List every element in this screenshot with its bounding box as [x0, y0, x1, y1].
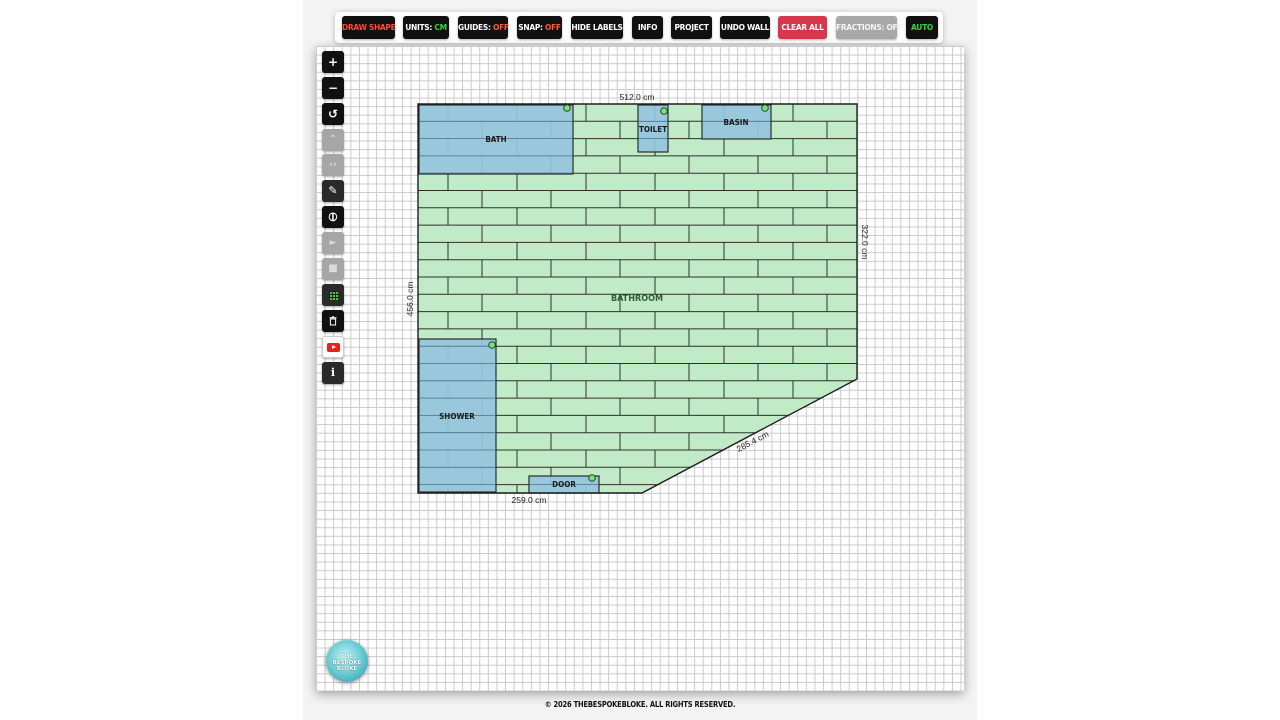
play-button[interactable]: ►	[322, 232, 344, 254]
units-toggle-button[interactable]: UNITS: CM	[403, 16, 449, 39]
logo-text: THE BESPOKE BLOKE	[332, 654, 362, 672]
door-rotate-handle[interactable]	[588, 474, 596, 482]
delete-button[interactable]	[322, 310, 344, 332]
compass-button[interactable]: ⦶	[322, 206, 344, 228]
door-label: DOOR	[552, 480, 576, 489]
shower-rotate-handle[interactable]	[488, 341, 496, 349]
snap-toggle-button[interactable]: SNAP: OFF	[517, 16, 562, 39]
move-up-button[interactable]: ⌃	[322, 129, 344, 151]
footer-copyright: © 2026 THEBESPOKEBLOKE. ALL RIGHTS RESER…	[544, 700, 736, 709]
guides-value: OFF	[493, 23, 509, 32]
basin-rotate-handle[interactable]	[761, 104, 769, 112]
fractions-toggle-button[interactable]: FRACTIONS: OFF	[836, 16, 903, 39]
shower-label: SHOWER	[439, 412, 475, 421]
code-button[interactable]: ‹›	[322, 154, 344, 176]
draw-shape-button[interactable]: DRAW SHAPE	[342, 16, 396, 39]
youtube-icon	[326, 343, 340, 352]
bath-label: BATH	[485, 135, 506, 144]
dimension-left: 456.0 cm	[405, 282, 415, 317]
info-side-button[interactable]: i	[322, 362, 344, 384]
hide-labels-button[interactable]: HIDE LABELS	[571, 16, 623, 39]
snap-label: SNAP:	[518, 23, 546, 32]
units-value: CM	[434, 23, 447, 32]
brand-logo: THE BESPOKE BLOKE	[326, 640, 368, 682]
grid-icon	[328, 291, 338, 300]
info-button[interactable]: INFO	[632, 16, 663, 39]
zoom-in-button[interactable]: +	[322, 51, 344, 73]
zoom-out-button[interactable]: −	[322, 77, 344, 99]
dimension-top: 512.0 cm	[620, 92, 655, 102]
clear-all-button[interactable]: CLEAR ALL	[778, 16, 827, 39]
guides-toggle-button[interactable]: GUIDES: OFF	[458, 16, 509, 39]
basin-label: BASIN	[724, 118, 749, 127]
grid-toggle-button[interactable]	[322, 284, 344, 306]
toilet-label: TOILET	[639, 125, 667, 134]
project-button[interactable]: PROJECT	[671, 16, 712, 39]
units-label: UNITS:	[405, 23, 435, 32]
undo-wall-button[interactable]: UNDO WALL	[720, 16, 770, 39]
dimension-right: 322.0 cm	[860, 225, 870, 260]
dimension-bottom: 259.0 cm	[512, 495, 547, 505]
drawing-canvas[interactable]: BATH TOILET BASIN SHOWER DOOR BATHROOM 5…	[316, 46, 964, 691]
floor-plan: BATH TOILET BASIN SHOWER DOOR BATHROOM 5…	[405, 92, 870, 505]
measure-tool-button[interactable]: ✎	[322, 180, 344, 202]
stop-button[interactable]: ■	[322, 258, 344, 280]
auto-button[interactable]: AUTO	[906, 16, 938, 39]
guides-label: GUIDES:	[458, 23, 493, 32]
toilet-rotate-handle[interactable]	[660, 107, 668, 115]
trash-icon	[329, 316, 337, 326]
reset-view-button[interactable]: ↺	[322, 103, 344, 125]
snap-value: OFF	[545, 23, 561, 32]
video-tutorial-button[interactable]	[322, 336, 344, 358]
room-label: BATHROOM	[611, 294, 663, 304]
top-toolbar: DRAW SHAPE UNITS: CM GUIDES: OFF SNAP: O…	[335, 12, 943, 43]
bath-rotate-handle[interactable]	[563, 104, 571, 112]
